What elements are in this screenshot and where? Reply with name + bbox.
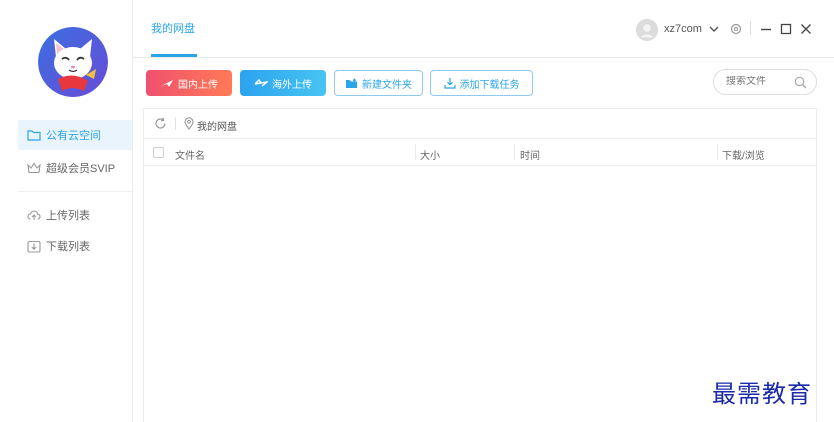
app-window: 公有云空间 超级会员SVIP 上传列表 下载列表 我的网盘 xz7com 国内上…	[0, 0, 834, 422]
column-divider	[415, 144, 416, 160]
watermark-text: 最需教育	[712, 380, 812, 408]
column-header-filename[interactable]: 文件名	[175, 147, 205, 162]
download-box-icon	[26, 238, 42, 254]
sidebar: 公有云空间 超级会员SVIP 上传列表 下载列表	[0, 0, 133, 422]
sidebar-divider	[18, 191, 132, 192]
plane-icon	[254, 78, 268, 88]
sidebar-item-upload-list[interactable]: 上传列表	[18, 200, 132, 230]
column-header-time[interactable]: 时间	[520, 147, 540, 162]
user-avatar[interactable]	[636, 19, 658, 41]
column-divider	[514, 144, 515, 160]
sidebar-item-label: 超级会员SVIP	[46, 163, 116, 175]
overseas-upload-label: 海外上传	[272, 79, 312, 91]
folder-icon	[26, 127, 42, 143]
breadcrumb[interactable]: 我的网盘	[197, 118, 237, 133]
search-icon[interactable]	[794, 76, 807, 94]
breadcrumb-bar: 我的网盘	[144, 109, 816, 139]
location-pin-icon	[184, 117, 194, 135]
select-all-checkbox[interactable]	[153, 147, 164, 158]
domestic-upload-button[interactable]: 国内上传	[146, 70, 232, 96]
column-header-size[interactable]: 大小	[420, 147, 440, 162]
username[interactable]: xz7com	[664, 23, 702, 35]
search-input[interactable]	[726, 76, 792, 87]
folder-plus-icon	[345, 78, 358, 89]
breadcrumb-divider	[175, 117, 176, 130]
sidebar-item-label: 公有云空间	[46, 130, 101, 142]
sidebar-item-label: 上传列表	[46, 210, 90, 222]
sidebar-item-svip[interactable]: 超级会员SVIP	[18, 153, 132, 183]
new-folder-button[interactable]: 新建文件夹	[334, 70, 423, 96]
window-controls-divider	[750, 21, 751, 35]
column-header-download-browse[interactable]: 下载/浏览	[722, 147, 765, 162]
crown-icon	[26, 160, 42, 176]
download-icon	[443, 77, 456, 89]
minimize-icon[interactable]	[760, 22, 772, 40]
domestic-upload-label: 国内上传	[178, 79, 218, 91]
new-folder-label: 新建文件夹	[362, 79, 412, 91]
top-bar: 我的网盘 xz7com	[133, 0, 834, 58]
avatar[interactable]	[38, 27, 108, 97]
add-download-task-label: 添加下载任务	[459, 79, 520, 91]
close-icon[interactable]	[800, 22, 812, 40]
tab-active-indicator	[151, 54, 197, 57]
overseas-upload-button[interactable]: 海外上传	[240, 70, 326, 96]
sidebar-item-download-list[interactable]: 下载列表	[18, 231, 132, 261]
cloud-upload-icon	[26, 207, 42, 223]
add-download-task-button[interactable]: 添加下载任务	[430, 70, 533, 96]
tab-my-drive[interactable]: 我的网盘	[151, 20, 195, 36]
column-divider	[717, 144, 718, 160]
search-box[interactable]	[713, 69, 817, 95]
gear-icon[interactable]	[730, 22, 742, 40]
table-header: 文件名 大小 时间 下载/浏览	[144, 139, 816, 166]
refresh-icon[interactable]	[154, 117, 167, 135]
maximize-icon[interactable]	[780, 22, 792, 40]
plane-icon	[160, 78, 174, 88]
sidebar-item-public-cloud[interactable]: 公有云空间	[18, 120, 132, 150]
chevron-down-icon[interactable]	[708, 22, 720, 40]
sidebar-item-label: 下载列表	[46, 241, 90, 253]
